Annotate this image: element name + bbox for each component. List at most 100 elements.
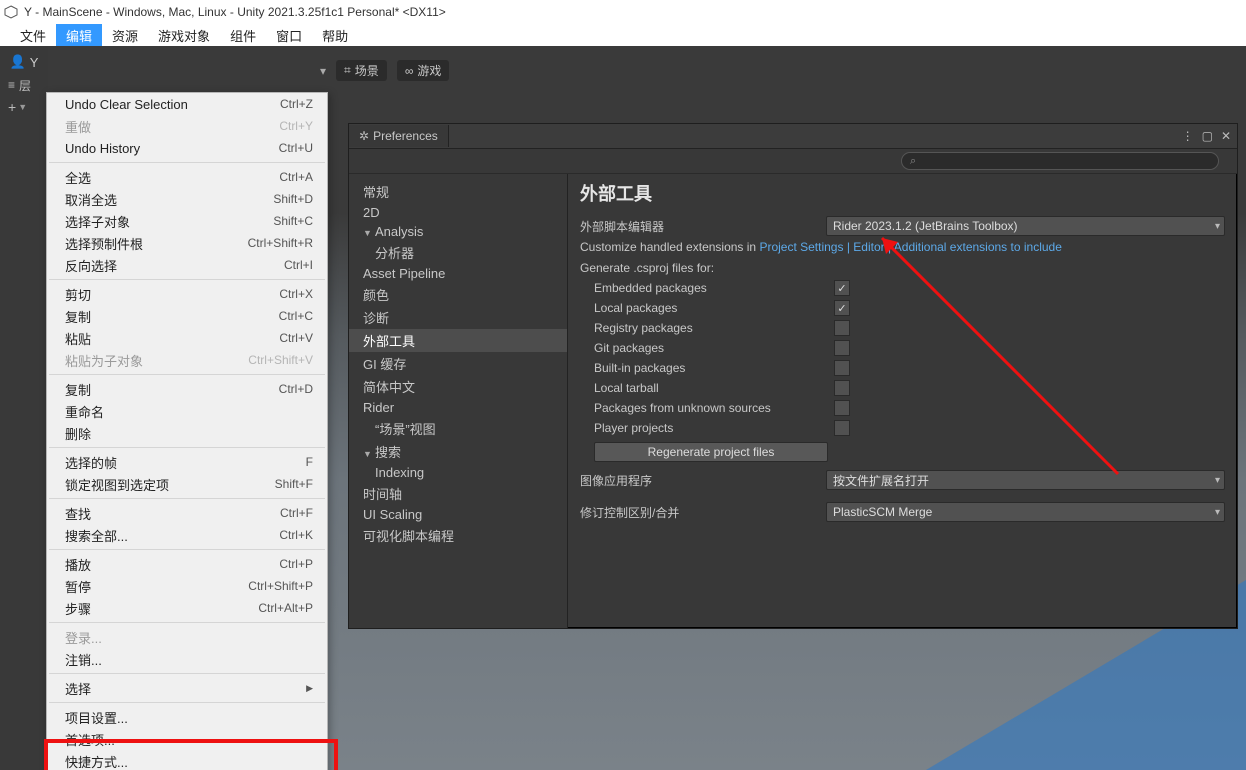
prefs-nav-item[interactable]: ▼搜索 <box>349 440 567 463</box>
edit-menu-item[interactable]: 选择 <box>47 677 327 699</box>
image-app-dropdown[interactable]: 按文件扩展名打开 <box>826 470 1225 490</box>
prefs-nav-label: 常规 <box>363 185 389 200</box>
menu-游戏对象[interactable]: 游戏对象 <box>148 24 220 47</box>
edit-menu-item[interactable]: 复制Ctrl+C <box>47 305 327 327</box>
prefs-nav-item[interactable]: GI 缓存 <box>349 352 567 375</box>
checkbox[interactable] <box>834 320 850 336</box>
tab-scene[interactable]: ⌗场景 <box>336 60 387 81</box>
checkbox[interactable] <box>834 400 850 416</box>
prefs-nav-item[interactable]: Asset Pipeline <box>349 264 567 283</box>
menu-资源[interactable]: 资源 <box>102 24 148 47</box>
prefs-nav-item[interactable]: 外部工具 <box>349 329 567 352</box>
diff-tool-dropdown[interactable]: PlasticSCM Merge <box>826 502 1225 522</box>
menu-item-label: 重做 <box>65 117 91 136</box>
hierarchy-header[interactable]: ≡ 层 <box>0 74 48 96</box>
prefs-nav-item[interactable]: UI Scaling <box>349 505 567 524</box>
prefs-nav-item[interactable]: 2D <box>349 203 567 222</box>
edit-menu-item[interactable]: 查找Ctrl+F <box>47 502 327 524</box>
menu-帮助[interactable]: 帮助 <box>312 24 358 47</box>
prefs-nav-label: GI 缓存 <box>363 357 406 372</box>
edit-menu-item[interactable]: 反向选择Ctrl+I <box>47 254 327 276</box>
menu-item-shortcut: Ctrl+K <box>279 528 313 542</box>
prefs-nav-label: 时间轴 <box>363 487 402 502</box>
edit-menu-item[interactable]: 粘贴Ctrl+V <box>47 327 327 349</box>
add-button[interactable]: + ▼ <box>0 96 48 118</box>
edit-menu-item[interactable]: 复制Ctrl+D <box>47 378 327 400</box>
check-label: Local packages <box>580 301 834 315</box>
window-maximize-icon[interactable]: ▢ <box>1202 129 1213 143</box>
menu-item-shortcut: Ctrl+Z <box>280 97 313 111</box>
dropdown-icon[interactable]: ▾ <box>320 64 326 78</box>
preferences-search-input[interactable]: ⌕ <box>901 152 1219 170</box>
menu-item-shortcut: Shift+D <box>273 192 313 206</box>
checkbox[interactable]: ✓ <box>834 280 850 296</box>
edit-menu-item[interactable]: 播放Ctrl+P <box>47 553 327 575</box>
edit-menu-item[interactable]: 暂停Ctrl+Shift+P <box>47 575 327 597</box>
preferences-tab[interactable]: ✲ Preferences <box>349 125 449 147</box>
menu-item-label: 选择的帧 <box>65 453 117 472</box>
checkbox[interactable] <box>834 380 850 396</box>
menu-item-label: 播放 <box>65 555 91 574</box>
edit-menu-item[interactable]: 搜索全部... Ctrl+K <box>47 524 327 546</box>
prefs-nav-item[interactable]: 可视化脚本编程 <box>349 524 567 547</box>
menu-separator <box>49 673 325 674</box>
edit-menu-item[interactable]: 首选项... <box>47 728 327 750</box>
check-label: Player projects <box>580 421 834 435</box>
prefs-nav-item[interactable]: 诊断 <box>349 306 567 329</box>
prefs-nav-item[interactable]: 颜色 <box>349 283 567 306</box>
menu-编辑[interactable]: 编辑 <box>56 24 102 47</box>
prefs-nav-item[interactable]: Indexing <box>349 463 567 482</box>
edit-menu-item[interactable]: 剪切Ctrl+X <box>47 283 327 305</box>
regenerate-project-files-button[interactable]: Regenerate project files <box>594 442 828 462</box>
edit-menu-item[interactable]: 重命名 <box>47 400 327 422</box>
menu-item-shortcut: Ctrl+X <box>279 287 313 301</box>
prefs-nav-item[interactable]: “场景”视图 <box>349 417 567 440</box>
tab-game[interactable]: ∞游戏 <box>397 60 450 81</box>
edit-menu-item[interactable]: 注销... <box>47 648 327 670</box>
prefs-nav-item[interactable]: Rider <box>349 398 567 417</box>
edit-menu-item[interactable]: 选择的帧F <box>47 451 327 473</box>
menu-item-label: 复制 <box>65 307 91 326</box>
edit-menu-item[interactable]: 全选Ctrl+A <box>47 166 327 188</box>
menu-item-shortcut: Ctrl+Shift+V <box>248 353 313 367</box>
edit-menu-item[interactable]: 删除 <box>47 422 327 444</box>
edit-menu-item[interactable]: 锁定视图到选定项Shift+F <box>47 473 327 495</box>
link-additional-extensions[interactable]: Additional extensions to include <box>894 240 1062 254</box>
link-project-settings[interactable]: Project Settings <box>759 240 843 254</box>
chevron-down-icon: ▼ <box>363 228 373 238</box>
link-editor[interactable]: Editor <box>853 240 884 254</box>
window-close-icon[interactable]: ✕ <box>1221 129 1231 143</box>
csproj-check-row: Git packages <box>580 338 1225 358</box>
edit-menu-item[interactable]: 选择子对象Shift+C <box>47 210 327 232</box>
menu-item-shortcut: Ctrl+Alt+P <box>258 601 313 615</box>
menu-item-label: 搜索全部... <box>65 526 128 545</box>
checkbox[interactable] <box>834 340 850 356</box>
menu-窗口[interactable]: 窗口 <box>266 24 312 47</box>
csproj-check-row: Registry packages <box>580 318 1225 338</box>
edit-menu-item[interactable]: Undo Clear SelectionCtrl+Z <box>47 93 327 115</box>
menu-item-shortcut: Ctrl+D <box>279 382 313 396</box>
menu-文件[interactable]: 文件 <box>10 24 56 47</box>
menu-item-shortcut: Ctrl+Shift+R <box>248 236 313 250</box>
account-button[interactable]: 👤 Y <box>0 50 48 74</box>
prefs-nav-item[interactable]: 时间轴 <box>349 482 567 505</box>
menu-组件[interactable]: 组件 <box>220 24 266 47</box>
edit-menu-item[interactable]: 项目设置... <box>47 706 327 728</box>
csproj-check-row: Local packages✓ <box>580 298 1225 318</box>
edit-menu-item[interactable]: Undo HistoryCtrl+U <box>47 137 327 159</box>
edit-menu-item[interactable]: 步骤Ctrl+Alt+P <box>47 597 327 619</box>
checkbox[interactable] <box>834 360 850 376</box>
prefs-nav-item[interactable]: 分析器 <box>349 241 567 264</box>
menu-item-label: 锁定视图到选定项 <box>65 475 169 494</box>
checkbox[interactable] <box>834 420 850 436</box>
edit-menu-item: 重做Ctrl+Y <box>47 115 327 137</box>
prefs-nav-item[interactable]: 简体中文 <box>349 375 567 398</box>
external-editor-dropdown[interactable]: Rider 2023.1.2 (JetBrains Toolbox) <box>826 216 1225 236</box>
edit-menu-item[interactable]: 快捷方式... <box>47 750 327 770</box>
edit-menu-item[interactable]: 取消全选Shift+D <box>47 188 327 210</box>
edit-menu-item[interactable]: 选择预制件根Ctrl+Shift+R <box>47 232 327 254</box>
prefs-nav-item[interactable]: 常规 <box>349 180 567 203</box>
window-options-icon[interactable]: ⋮ <box>1182 129 1194 143</box>
checkbox[interactable]: ✓ <box>834 300 850 316</box>
prefs-nav-item[interactable]: ▼Analysis <box>349 222 567 241</box>
